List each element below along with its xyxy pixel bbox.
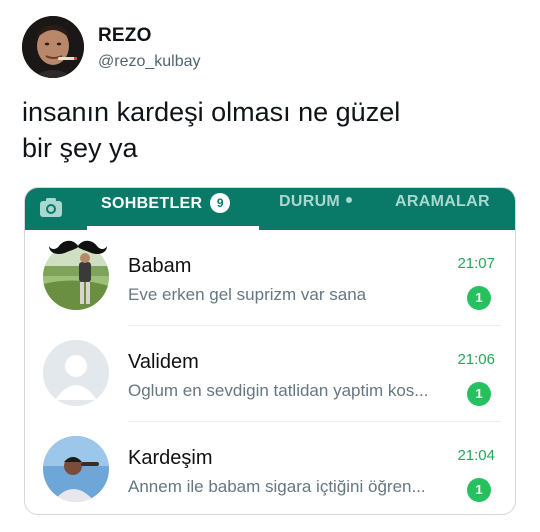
chat-avatar-kardesim[interactable] [43, 436, 109, 502]
tweet-text: insanın kardeşi olması ne güzel bir şey … [22, 94, 522, 166]
chat-name: Babam [128, 255, 192, 277]
chat-preview: Annem ile babam sigara içtiğini öğren... [128, 477, 426, 496]
chat-time: 21:07 [457, 255, 495, 272]
tweet-header: REZO @rezo_kulbay [22, 16, 201, 78]
tweet-text-line-2: bir şey ya [22, 133, 138, 163]
chat-preview: Eve erken gel suprizm var sana [128, 285, 367, 304]
avatar-photo [43, 436, 109, 502]
chat-time: 21:06 [457, 351, 495, 368]
tab-chats-label: SOHBETLER [101, 195, 203, 212]
status-new-dot [346, 197, 353, 203]
author-info: REZO @rezo_kulbay [98, 23, 201, 71]
tab-chats[interactable]: SOHBETLER 9 [101, 193, 231, 213]
unread-count-badge: 1 [467, 478, 491, 502]
unread-count-badge: 1 [467, 382, 491, 406]
whatsapp-tab-bar: SOHBETLER 9 DURUM ARAMALAR [25, 188, 515, 230]
unread-count-badge: 1 [467, 286, 491, 310]
chat-name: Validem [128, 351, 199, 373]
tab-status-label: DURUM [279, 193, 341, 210]
chat-row[interactable]: Kardeşim Annem ile babam sigara içtiğini… [25, 422, 515, 514]
tab-calls[interactable]: ARAMALAR [395, 193, 490, 211]
tab-calls-label: ARAMALAR [395, 193, 490, 210]
chat-preview: Oglum en sevdigin tatlidan yaptim kos... [128, 381, 429, 400]
chat-time: 21:04 [457, 447, 495, 464]
author-avatar[interactable] [22, 16, 84, 78]
chat-row[interactable]: Validem Oglum en sevdigin tatlidan yapti… [25, 326, 515, 422]
author-avatar-image [22, 16, 84, 78]
chat-row[interactable]: Babam Eve erken gel suprizm var sana 21:… [25, 230, 515, 326]
default-avatar-icon [43, 340, 109, 406]
chats-unread-badge: 9 [210, 193, 231, 213]
chat-avatar-validem[interactable] [43, 340, 109, 406]
tab-status[interactable]: DURUM [279, 193, 353, 211]
chat-name: Kardeşim [128, 447, 213, 469]
camera-icon[interactable] [39, 196, 63, 218]
author-name[interactable]: REZO [98, 25, 201, 47]
tweet-text-line-1: insanın kardeşi olması ne güzel [22, 97, 401, 127]
whatsapp-screenshot[interactable]: SOHBETLER 9 DURUM ARAMALAR Babam Eve erk… [24, 187, 516, 515]
author-handle[interactable]: @rezo_kulbay [98, 53, 201, 71]
mustache-sticker-icon [49, 240, 107, 254]
